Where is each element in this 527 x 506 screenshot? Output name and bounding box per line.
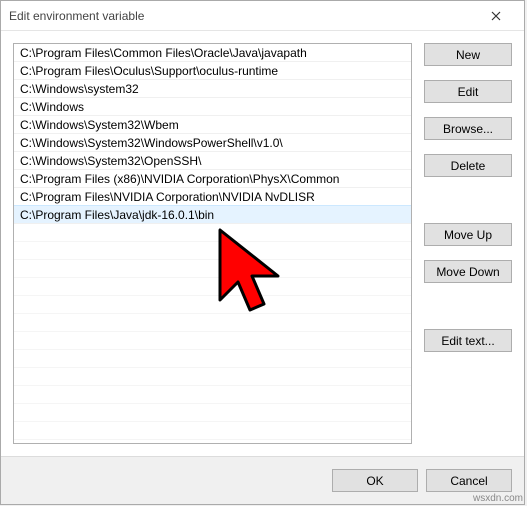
button-sidebar: New Edit Browse... Delete Move Up Move D…	[424, 43, 512, 444]
list-item[interactable]: C:\Program Files\Common Files\Oracle\Jav…	[14, 44, 411, 62]
edit-button[interactable]: Edit	[424, 80, 512, 103]
move-down-button[interactable]: Move Down	[424, 260, 512, 283]
watermark: wsxdn.com	[473, 493, 523, 504]
list-item[interactable]: C:\Windows\System32\Wbem	[14, 116, 411, 134]
cancel-button[interactable]: Cancel	[426, 469, 512, 492]
list-item[interactable]: C:\Program Files\NVIDIA Corporation\NVID…	[14, 188, 411, 206]
dialog-window: Edit environment variable C:\Program Fil…	[0, 0, 525, 505]
list-item[interactable]: C:\Windows\System32\OpenSSH\	[14, 152, 411, 170]
delete-button[interactable]: Delete	[424, 154, 512, 177]
close-button[interactable]	[476, 2, 516, 30]
new-button[interactable]: New	[424, 43, 512, 66]
list-item[interactable]: C:\Windows	[14, 98, 411, 116]
list-item[interactable]: C:\Windows\system32	[14, 80, 411, 98]
browse-button[interactable]: Browse...	[424, 117, 512, 140]
list-item-selected[interactable]: C:\Program Files\Java\jdk-16.0.1\bin	[14, 206, 411, 224]
list-item[interactable]: C:\Windows\System32\WindowsPowerShell\v1…	[14, 134, 411, 152]
list-item[interactable]: C:\Program Files\Oculus\Support\oculus-r…	[14, 62, 411, 80]
path-listbox[interactable]: C:\Program Files\Common Files\Oracle\Jav…	[13, 43, 412, 444]
list-empty-area[interactable]	[14, 224, 411, 443]
window-title: Edit environment variable	[9, 9, 476, 23]
dialog-footer: OK Cancel	[1, 456, 524, 504]
content-area: C:\Program Files\Common Files\Oracle\Jav…	[1, 31, 524, 456]
move-up-button[interactable]: Move Up	[424, 223, 512, 246]
titlebar: Edit environment variable	[1, 1, 524, 31]
edit-text-button[interactable]: Edit text...	[424, 329, 512, 352]
list-item[interactable]: C:\Program Files (x86)\NVIDIA Corporatio…	[14, 170, 411, 188]
ok-button[interactable]: OK	[332, 469, 418, 492]
close-icon	[491, 11, 501, 21]
